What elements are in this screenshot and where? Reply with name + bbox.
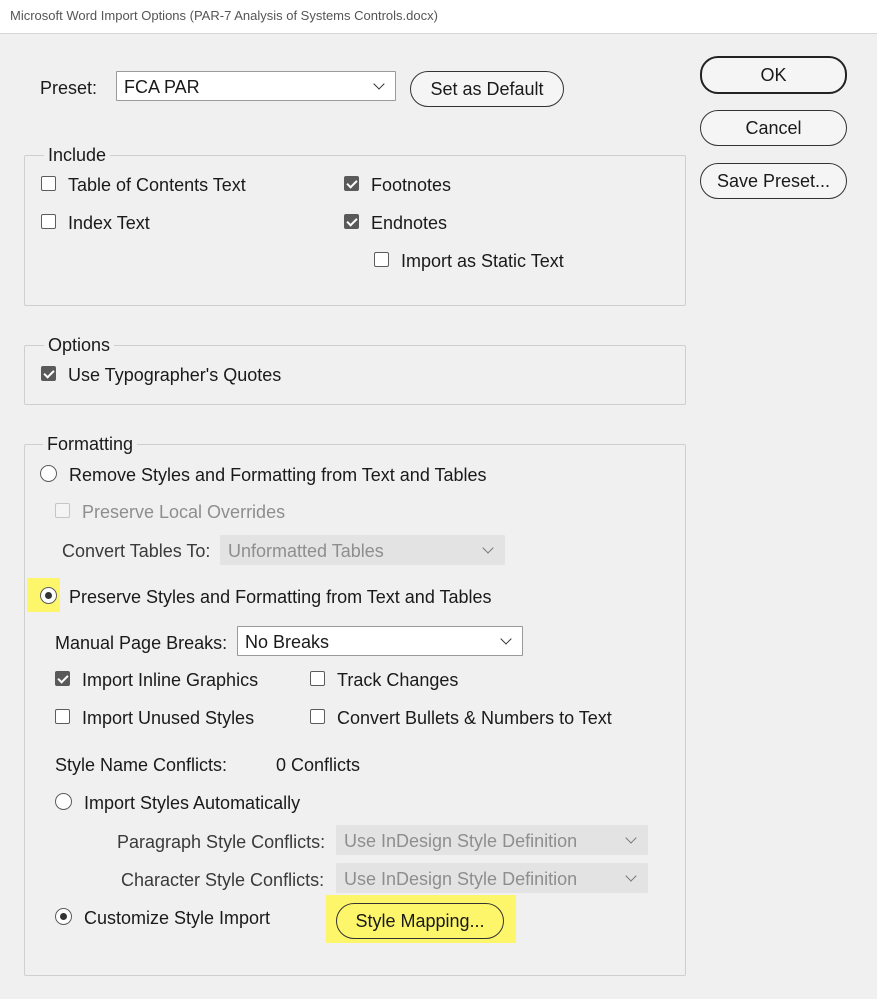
style-conflicts-label: Style Name Conflicts: (55, 755, 228, 775)
character-conflicts-value: Use InDesign Style Definition (344, 869, 578, 889)
character-conflicts-dropdown[interactable]: Use InDesign Style Definition (336, 863, 648, 893)
chevron-down-icon (373, 78, 385, 90)
save-preset-button[interactable]: Save Preset... (700, 163, 847, 199)
unused-styles-checkbox[interactable] (55, 709, 70, 724)
preset-label: Preset: (40, 78, 98, 98)
import-auto-label: Import Styles Automatically (84, 793, 301, 813)
convert-bullets-checkbox[interactable] (310, 709, 325, 724)
page-breaks-value: No Breaks (245, 632, 330, 652)
typographers-quotes-checkbox[interactable] (41, 366, 56, 381)
convert-tables-value: Unformatted Tables (228, 541, 384, 561)
cancel-button[interactable]: Cancel (700, 110, 847, 146)
preserve-overrides-checkbox[interactable] (55, 503, 70, 518)
title-bar: Microsoft Word Import Options (PAR-7 Ana… (0, 0, 877, 34)
character-conflicts-label: Character Style Conflicts: (121, 870, 325, 890)
preserve-styles-radio[interactable] (40, 587, 57, 604)
paragraph-conflicts-value: Use InDesign Style Definition (344, 831, 578, 851)
remove-styles-label: Remove Styles and Formatting from Text a… (69, 465, 487, 485)
chevron-down-icon (625, 832, 637, 844)
static-text-label: Import as Static Text (401, 251, 564, 271)
customize-import-label: Customize Style Import (84, 908, 271, 928)
toc-text-label: Table of Contents Text (68, 175, 246, 195)
paragraph-conflicts-label: Paragraph Style Conflicts: (117, 832, 326, 852)
customize-import-radio[interactable] (55, 908, 72, 925)
convert-tables-dropdown[interactable]: Unformatted Tables (220, 535, 505, 565)
preset-dropdown[interactable]: FCA PAR (116, 71, 396, 101)
remove-styles-radio[interactable] (40, 465, 57, 482)
ok-button[interactable]: OK (700, 56, 847, 94)
window-title: Microsoft Word Import Options (PAR-7 Ana… (10, 8, 438, 23)
index-text-checkbox[interactable] (41, 214, 56, 229)
track-changes-checkbox[interactable] (310, 671, 325, 686)
endnotes-checkbox[interactable] (344, 214, 359, 229)
inline-graphics-checkbox[interactable] (55, 671, 70, 686)
set-as-default-button[interactable]: Set as Default (410, 71, 564, 107)
inline-graphics-label: Import Inline Graphics (82, 670, 259, 690)
index-text-label: Index Text (68, 213, 150, 233)
endnotes-label: Endnotes (371, 213, 448, 233)
typographers-quotes-label: Use Typographer's Quotes (68, 365, 282, 385)
preset-value: FCA PAR (124, 77, 200, 97)
footnotes-checkbox[interactable] (344, 176, 359, 191)
static-text-checkbox[interactable] (374, 252, 389, 267)
toc-text-checkbox[interactable] (41, 176, 56, 191)
paragraph-conflicts-dropdown[interactable]: Use InDesign Style Definition (336, 825, 648, 855)
convert-tables-label: Convert Tables To: (62, 541, 211, 561)
page-breaks-label: Manual Page Breaks: (55, 633, 228, 653)
footnotes-label: Footnotes (371, 175, 452, 195)
formatting-title: Formatting (43, 433, 138, 455)
preserve-styles-label: Preserve Styles and Formatting from Text… (69, 587, 492, 607)
page-breaks-dropdown[interactable]: No Breaks (237, 626, 523, 656)
style-conflicts-value: 0 Conflicts (276, 755, 361, 775)
preserve-overrides-label: Preserve Local Overrides (82, 502, 286, 522)
style-mapping-button[interactable]: Style Mapping... (336, 903, 504, 939)
chevron-down-icon (500, 633, 512, 645)
unused-styles-label: Import Unused Styles (82, 708, 255, 728)
import-auto-radio[interactable] (55, 793, 72, 810)
chevron-down-icon (482, 542, 494, 554)
track-changes-label: Track Changes (337, 670, 459, 690)
include-title: Include (44, 144, 111, 166)
options-title: Options (44, 334, 115, 356)
chevron-down-icon (625, 870, 637, 882)
convert-bullets-label: Convert Bullets & Numbers to Text (337, 708, 612, 728)
